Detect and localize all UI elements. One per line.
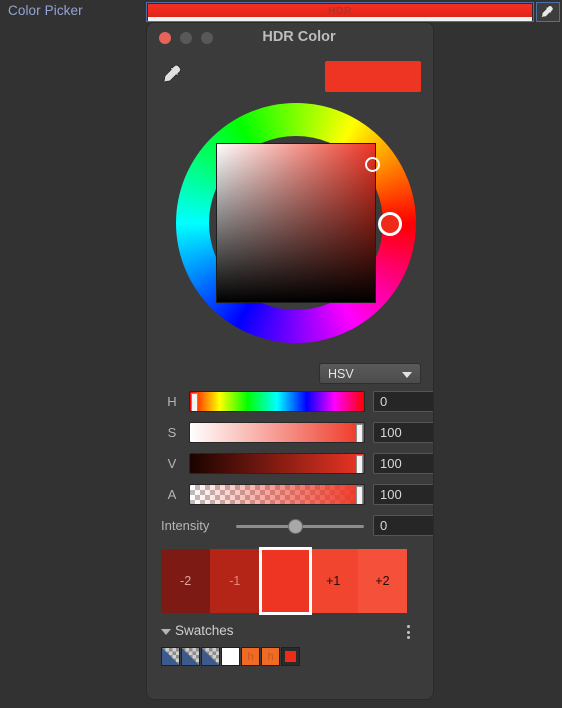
color-picker-property-label: Color Picker (8, 3, 83, 18)
slider-track-h[interactable] (189, 391, 365, 412)
value-box-intensity[interactable]: 0 (373, 515, 433, 536)
swatch-orange-2[interactable]: h (261, 647, 280, 666)
panel-title: HDR Color (262, 29, 336, 45)
slider-track-a[interactable] (189, 484, 365, 505)
slider-track-s[interactable] (189, 422, 365, 443)
eyedropper-icon (163, 64, 182, 83)
eyedropper-icon (540, 4, 553, 18)
slider-row-s: S 100 (161, 420, 433, 451)
slider-handle-v[interactable] (356, 455, 363, 473)
exposure-cell-plus2[interactable]: +2 (357, 549, 408, 613)
value-box-v[interactable]: 100 (373, 453, 433, 474)
saturation-value-square[interactable] (216, 143, 376, 303)
eyedropper-button-panel[interactable] (161, 61, 187, 89)
triangle-down-icon[interactable] (161, 629, 171, 635)
swatch-list: h h (161, 647, 433, 666)
value-text-s: 100 (380, 425, 402, 440)
hue-marker[interactable] (378, 212, 402, 236)
swatch-blue-checker-1[interactable] (161, 647, 180, 666)
slider-label-h: H (167, 394, 177, 409)
saturation-value-marker[interactable] (365, 157, 380, 172)
swatches-header[interactable]: Swatches (161, 623, 433, 643)
value-box-a[interactable]: 100 (373, 484, 433, 505)
eyedropper-button-top[interactable] (536, 2, 560, 22)
intensity-row: Intensity 0 (161, 513, 433, 545)
swatch-white[interactable] (221, 647, 240, 666)
color-preview-swatch[interactable] (325, 61, 421, 92)
exposure-cell-minus1[interactable]: -1 (210, 549, 260, 613)
slider-label-s: S (167, 425, 177, 440)
exposure-strip[interactable]: -2 -1 +1 +2 (161, 547, 408, 615)
value-box-s[interactable]: 100 (373, 422, 433, 443)
inspector-row: Color Picker HDR (0, 0, 562, 24)
color-mode-row: HSV (147, 363, 433, 389)
value-text-intensity: 0 (380, 518, 388, 533)
slider-row-h: H 0 (161, 389, 433, 420)
swatch-orange-1[interactable]: h (241, 647, 260, 666)
hdr-alpha-bar (148, 17, 532, 21)
color-mode-value: HSV (328, 366, 354, 381)
hdr-color-panel: HDR Color HSV H 0 S 100 V 100 A 100 Inte… (146, 22, 434, 700)
exposure-cell-minus2[interactable]: -2 (161, 549, 211, 613)
swatch-red-selected[interactable] (281, 647, 300, 666)
intensity-slider-knob[interactable] (288, 519, 303, 534)
slider-track-v[interactable] (189, 453, 365, 474)
slider-handle-h[interactable] (191, 393, 198, 411)
value-text-h: 0 (380, 394, 388, 409)
color-wheel-area[interactable] (147, 101, 433, 363)
hdr-field-text: HDR (328, 4, 352, 17)
slider-row-a: A 100 (161, 482, 433, 513)
exposure-cell-plus1[interactable]: +1 (308, 549, 358, 613)
value-text-a: 100 (380, 487, 402, 502)
exposure-selection-outline (259, 547, 312, 615)
color-mode-dropdown[interactable]: HSV (319, 363, 421, 384)
swatch-blue-checker-3[interactable] (201, 647, 220, 666)
swatch-blue-checker-2[interactable] (181, 647, 200, 666)
panel-tool-row (147, 53, 433, 101)
panel-titlebar[interactable]: HDR Color (147, 23, 433, 53)
value-box-h[interactable]: 0 (373, 391, 433, 412)
slider-handle-s[interactable] (356, 424, 363, 442)
intensity-label: Intensity (161, 518, 210, 533)
slider-handle-a[interactable] (356, 486, 363, 504)
hdr-color-field[interactable]: HDR (146, 2, 534, 22)
slider-label-a: A (167, 487, 177, 502)
value-text-v: 100 (380, 456, 402, 471)
chevron-down-icon (402, 372, 412, 378)
kebab-menu-icon[interactable] (401, 624, 415, 640)
slider-label-v: V (167, 456, 177, 471)
hdr-color-bar[interactable]: HDR (148, 4, 532, 17)
swatches-title: Swatches (175, 623, 234, 638)
slider-row-v: V 100 (161, 451, 433, 482)
